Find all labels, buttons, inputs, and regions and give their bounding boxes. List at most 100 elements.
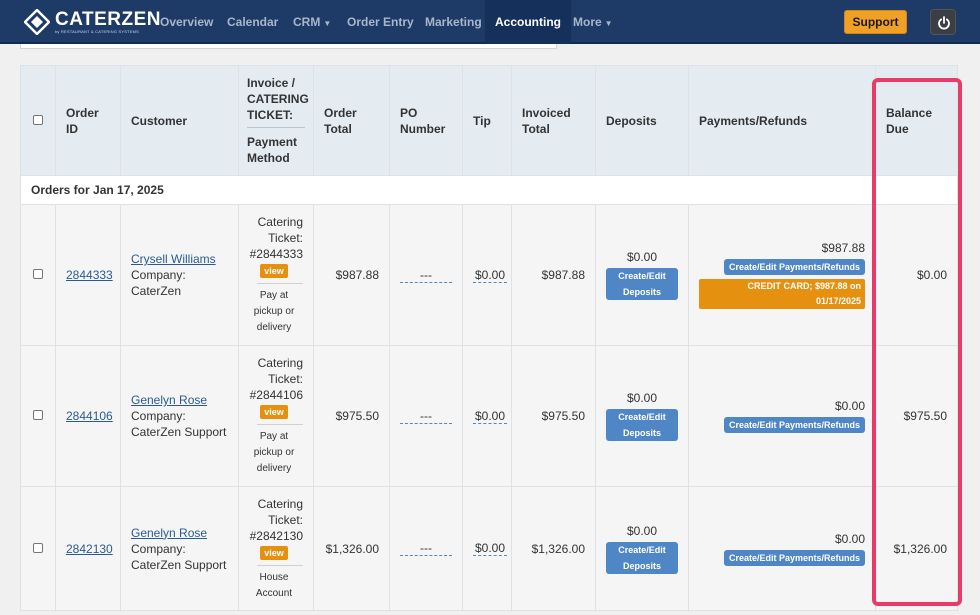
table-row: 2844106 Genelyn Rose Company: CaterZen S… <box>20 345 958 487</box>
header-payments-refunds[interactable]: Payments/Refunds <box>688 65 876 176</box>
order-id-cell: 2844106 <box>55 345 121 487</box>
payment-method-line: pickup or <box>253 447 295 458</box>
row-checkbox[interactable] <box>33 269 43 279</box>
order-id-cell: 2844333 <box>55 204 121 346</box>
invoiced-total: $975.50 <box>511 345 596 487</box>
view-ticket-button[interactable]: view <box>260 264 288 278</box>
table-row: 2842130 Genelyn Rose Company: CaterZen S… <box>20 486 958 611</box>
header-po-number[interactable]: PO Number <box>389 65 463 176</box>
balance-due: $975.50 <box>875 345 958 487</box>
company-name: CaterZen Support <box>131 425 227 439</box>
row-select-cell <box>20 345 56 487</box>
invoice-divider <box>257 564 303 566</box>
button-label: Create/Edit <box>618 412 666 422</box>
subnav-panel <box>20 44 557 49</box>
deposits-cell: $0.00 Create/Edit Deposits <box>595 486 689 611</box>
nav-overview[interactable]: Overview <box>150 0 223 44</box>
caterzen-logo-icon <box>24 9 50 35</box>
header-invoiced-total[interactable]: Invoiced Total <box>511 65 596 176</box>
customer-name-link[interactable]: Crysell Williams <box>131 252 216 266</box>
tip-editable[interactable]: $0.00 <box>473 541 508 556</box>
ticket-label: Catering Ticket: <box>257 356 303 386</box>
header-tip[interactable]: Tip <box>462 65 512 176</box>
company-label: Company: <box>131 268 186 282</box>
tip-cell: $0.00 <box>462 204 512 346</box>
order-total: $987.88 <box>313 204 390 346</box>
ticket-label: Catering Ticket: <box>257 496 303 527</box>
po-number-editable[interactable]: --- <box>400 409 452 424</box>
row-select-cell <box>20 204 56 346</box>
power-icon <box>938 16 950 30</box>
header-order-total[interactable]: Order Total <box>313 65 390 176</box>
view-ticket-button[interactable]: view <box>260 405 288 419</box>
select-all-cell <box>20 65 56 176</box>
header-customer[interactable]: Customer <box>120 65 239 176</box>
deposit-amount: $0.00 <box>626 523 658 538</box>
row-checkbox[interactable] <box>33 410 43 420</box>
nav-marketing[interactable]: Marketing <box>415 0 492 44</box>
invoice-divider <box>257 283 303 284</box>
po-number-editable[interactable]: --- <box>400 268 452 283</box>
brand-tagline: by RESTAURANT & CATERING SYSTEMS <box>55 29 139 34</box>
nav-order-entry[interactable]: Order Entry <box>337 0 424 44</box>
row-checkbox[interactable] <box>33 542 43 553</box>
nav-more[interactable]: More ▼ <box>563 0 623 44</box>
nav-calendar[interactable]: Calendar <box>217 0 288 44</box>
header-deposits[interactable]: Deposits <box>595 65 689 176</box>
nav-crm[interactable]: CRM ▼ <box>283 0 341 44</box>
create-edit-deposits-button[interactable]: Create/Edit Deposits <box>606 409 678 441</box>
create-edit-deposits-button[interactable]: Create/Edit Deposits <box>606 268 678 300</box>
header-balance-due[interactable]: Balance Due <box>875 65 958 176</box>
payments-cell: $987.88 Create/Edit Payments/Refunds CRE… <box>688 204 876 346</box>
payments-amount: $0.00 <box>834 399 865 413</box>
nav-accounting[interactable]: Accounting <box>485 0 571 44</box>
order-id-link[interactable]: 2842130 <box>66 542 113 556</box>
table-header-row: Order ID Customer Invoice / CATERING TIC… <box>20 65 958 176</box>
logout-button[interactable] <box>930 9 956 35</box>
order-id-link[interactable]: 2844333 <box>66 268 113 282</box>
payments-cell: $0.00 Create/Edit Payments/Refunds <box>688 486 876 611</box>
header-order-id[interactable]: Order ID <box>55 65 121 176</box>
deposit-amount: $0.00 <box>626 391 658 405</box>
payment-method-line: delivery <box>256 463 292 474</box>
payment-method-line: Account <box>255 587 293 599</box>
button-label: Deposits <box>622 428 661 438</box>
create-edit-deposits-button[interactable]: Create/Edit Deposits <box>606 541 678 574</box>
invoice-cell: Catering Ticket: #2844106 view Pay at pi… <box>238 345 314 487</box>
deposits-cell: $0.00 Create/Edit Deposits <box>595 345 689 487</box>
tip-cell: $0.00 <box>462 345 512 487</box>
chevron-down-icon: ▼ <box>604 19 613 28</box>
tip-editable[interactable]: $0.00 <box>473 409 508 424</box>
po-number-editable[interactable]: --- <box>400 541 452 556</box>
create-edit-payments-button[interactable]: Create/Edit Payments/Refunds <box>723 259 865 275</box>
top-navbar: CATERZEN by RESTAURANT & CATERING SYSTEM… <box>0 0 980 44</box>
ticket-number: #2842130 <box>249 528 303 543</box>
payments-amount: $0.00 <box>834 531 865 546</box>
order-total: $975.50 <box>313 345 390 487</box>
select-all-checkbox[interactable] <box>33 114 43 125</box>
balance-due: $1,326.00 <box>875 486 958 611</box>
customer-cell: Genelyn Rose Company: CaterZen Support <box>120 345 239 487</box>
view-ticket-button[interactable]: view <box>260 545 288 560</box>
invoiced-total: $987.88 <box>511 204 596 346</box>
order-id-link[interactable]: 2844106 <box>66 409 113 423</box>
deposit-amount: $0.00 <box>626 250 658 264</box>
create-edit-payments-button[interactable]: Create/Edit Payments/Refunds <box>723 549 865 566</box>
button-label: Deposits <box>622 287 661 297</box>
payment-record-badge[interactable]: CREDIT CARD; $987.88 on 01/17/2025 <box>699 279 865 309</box>
ticket-number: #2844333 <box>249 247 303 261</box>
payment-method: Pay at pickup or delivery <box>245 429 303 477</box>
payment-method-line: Pay at <box>259 431 289 442</box>
payment-method-line: House <box>259 571 289 583</box>
customer-name-link[interactable]: Genelyn Rose <box>131 526 207 540</box>
order-id-cell: 2842130 <box>55 486 121 611</box>
group-label: Orders for Jan 17, 2025 <box>20 175 958 205</box>
button-label: Create/Edit <box>618 271 666 281</box>
deposits-cell: $0.00 Create/Edit Deposits <box>595 204 689 346</box>
company-label: Company: <box>131 409 186 423</box>
ticket-label: Catering Ticket: <box>257 215 303 245</box>
support-button[interactable]: Support <box>844 10 907 34</box>
tip-editable[interactable]: $0.00 <box>473 268 508 283</box>
create-edit-payments-button[interactable]: Create/Edit Payments/Refunds <box>723 417 865 433</box>
customer-name-link[interactable]: Genelyn Rose <box>131 393 207 407</box>
